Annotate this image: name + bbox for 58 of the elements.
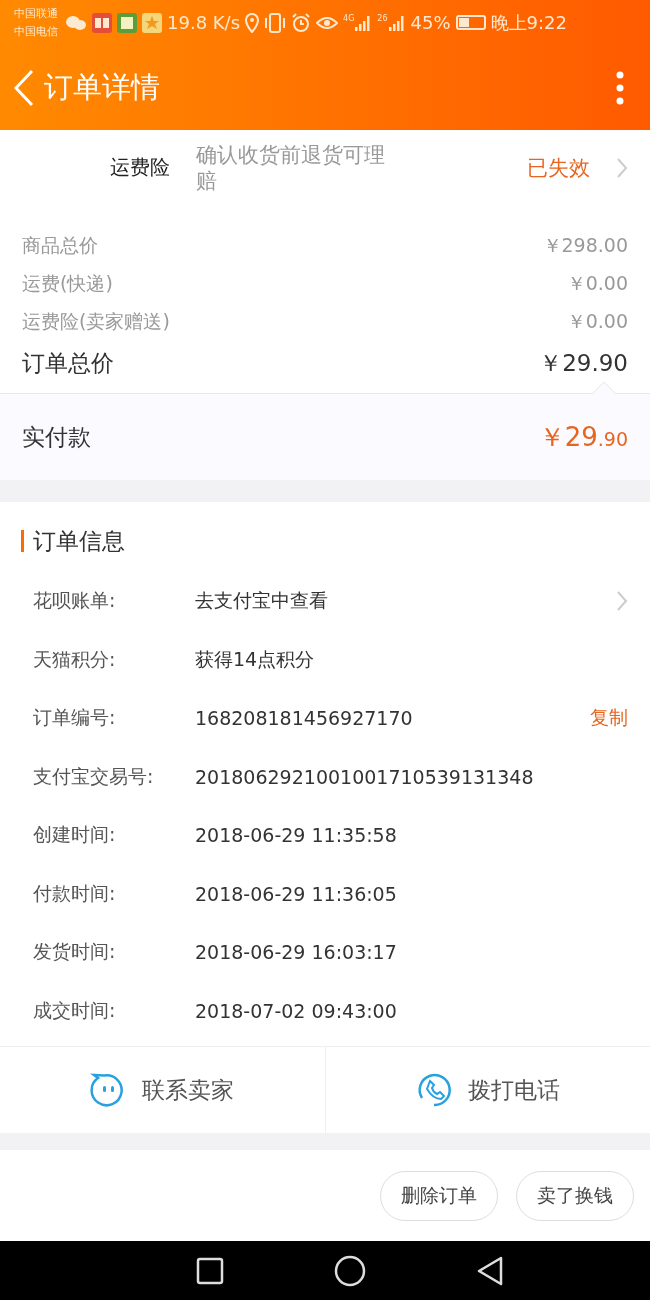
network-type-label: 26: [377, 13, 388, 24]
battery-icon: [455, 15, 486, 30]
page-title: 订单详情: [44, 68, 161, 106]
action-button[interactable]: 删除订单: [380, 1170, 498, 1221]
section-title: 订单信息: [21, 530, 628, 552]
info-label: 付款时间:: [33, 880, 117, 906]
info-value: 2018-06-29 11:36:05: [195, 882, 398, 905]
app-icon: [117, 12, 137, 33]
price-label: 运费(快递): [22, 271, 113, 296]
price-value: ￥298.00: [542, 233, 628, 258]
price-value: ￥0.00: [566, 271, 628, 296]
signal-icon: [387, 13, 406, 32]
home-icon[interactable]: [334, 1254, 366, 1287]
recent-apps-icon[interactable]: [196, 1256, 224, 1285]
location-icon: [245, 12, 260, 33]
more-menu-icon[interactable]: [616, 70, 624, 105]
carrier-name: 中国电信: [14, 23, 58, 40]
info-value: 2018-07-02 09:43:00: [195, 999, 398, 1022]
action-button[interactable]: 卖了换钱: [516, 1170, 634, 1221]
info-label: 创建时间:: [33, 822, 117, 848]
info-label: 订单编号:: [33, 705, 117, 731]
clock: 晚上9:22: [490, 10, 567, 35]
book-app-icon: [92, 12, 112, 33]
paid-amount: ￥29.90: [538, 420, 628, 454]
info-value: 168208181456927170: [195, 707, 414, 730]
info-label: 发货时间:: [33, 939, 117, 965]
price-label: 订单总价: [22, 348, 114, 378]
info-value: 2018-06-29 16:03:17: [195, 941, 398, 964]
paid-label: 实付款: [22, 422, 91, 452]
contact-button[interactable]: 联系卖家: [0, 1047, 325, 1133]
insurance-description: 确认收货前退货可理赔: [196, 141, 386, 194]
price-label: 商品总价: [22, 233, 98, 258]
star-app-icon: [142, 12, 162, 33]
chevron-icon: [616, 590, 628, 613]
info-label: 花呗账单:: [33, 588, 117, 614]
price-value: ￥0.00: [566, 309, 628, 334]
insurance-label: 运费险: [110, 154, 170, 181]
chat-app-icon: [65, 13, 87, 32]
eye-icon: [316, 14, 339, 31]
info-label: 成交时间:: [33, 997, 117, 1023]
info-value: 2018-06-29 11:35:58: [195, 824, 398, 847]
back-nav-icon[interactable]: [476, 1254, 504, 1287]
info-link[interactable]: 去支付宝中查看: [195, 588, 616, 615]
vibrate-icon: [264, 12, 287, 33]
info-value: 获得14点积分: [195, 646, 316, 672]
battery-percent: 45%: [410, 12, 451, 33]
phone-icon: [415, 1072, 452, 1108]
carrier-name: 中国联通: [14, 5, 58, 22]
chevron-icon: [616, 156, 628, 179]
price-label: 运费险(卖家赠送): [22, 309, 170, 334]
network-type-label: 4G: [343, 13, 355, 24]
price-value: ￥29.90: [539, 348, 628, 378]
info-value: 2018062921001001710539131348: [195, 765, 535, 788]
info-label: 天猫积分:: [33, 646, 117, 672]
signal-icon: [354, 13, 373, 32]
alarm-icon: [291, 12, 312, 33]
info-label: 支付宝交易号:: [33, 763, 155, 789]
network-speed: 19.8 K/s: [167, 12, 241, 33]
